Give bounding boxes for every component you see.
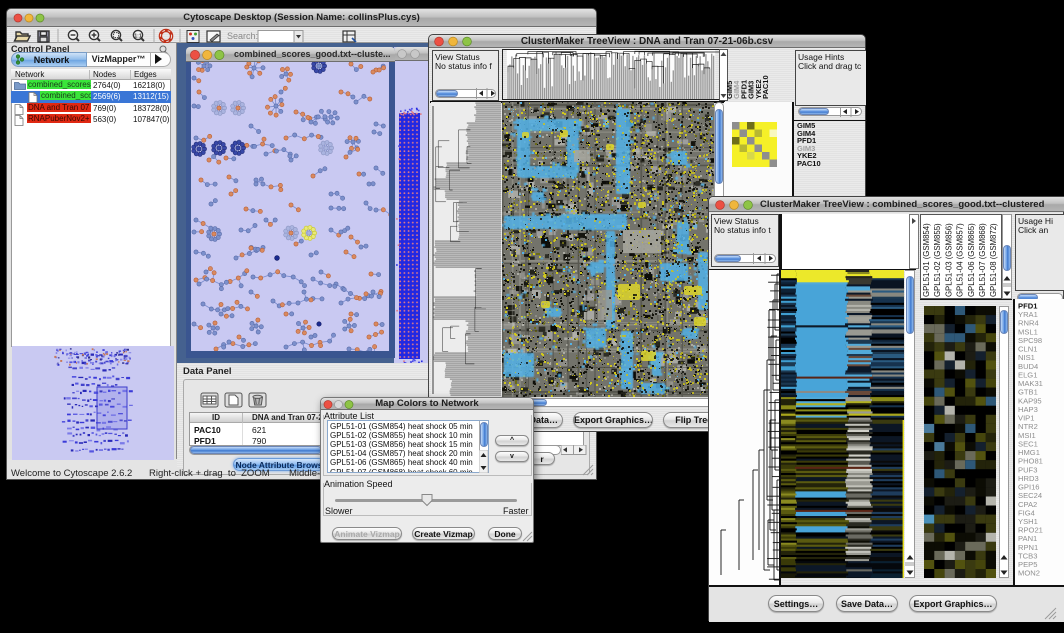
svg-text:GPL51-06 (GSM865): GPL51-06 (GSM865) (967, 223, 976, 297)
svg-text:GPL51-03 (GSM856): GPL51-03 (GSM856) (944, 223, 953, 297)
svg-text:RNR4: RNR4 (1018, 319, 1039, 328)
svg-text:Search:: Search: (227, 31, 258, 41)
svg-text:GPL51-02 (GSM855): GPL51-02 (GSM855) (933, 223, 942, 297)
svg-text:PAC10: PAC10 (761, 75, 770, 99)
svg-text:MON2: MON2 (1018, 569, 1040, 578)
svg-text:GPL51-01 (GSM854): GPL51-01 (GSM854) (922, 223, 931, 297)
svg-text:SEC24: SEC24 (1018, 491, 1042, 500)
svg-text:GPL51-07 (GSM868): GPL51-07 (GSM868) (978, 223, 987, 297)
svg-text:GPL51-04 (GSM857): GPL51-04 (GSM857) (956, 223, 965, 297)
svg-text:1:1: 1:1 (134, 34, 141, 40)
svg-text:PAN1: PAN1 (1018, 534, 1037, 543)
svg-text:HAP3: HAP3 (1018, 405, 1038, 414)
svg-text:HMG1: HMG1 (1018, 448, 1040, 457)
svg-text:BUD4: BUD4 (1018, 362, 1038, 371)
svg-text:GPL51-08 (GSM872): GPL51-08 (GSM872) (989, 223, 998, 297)
